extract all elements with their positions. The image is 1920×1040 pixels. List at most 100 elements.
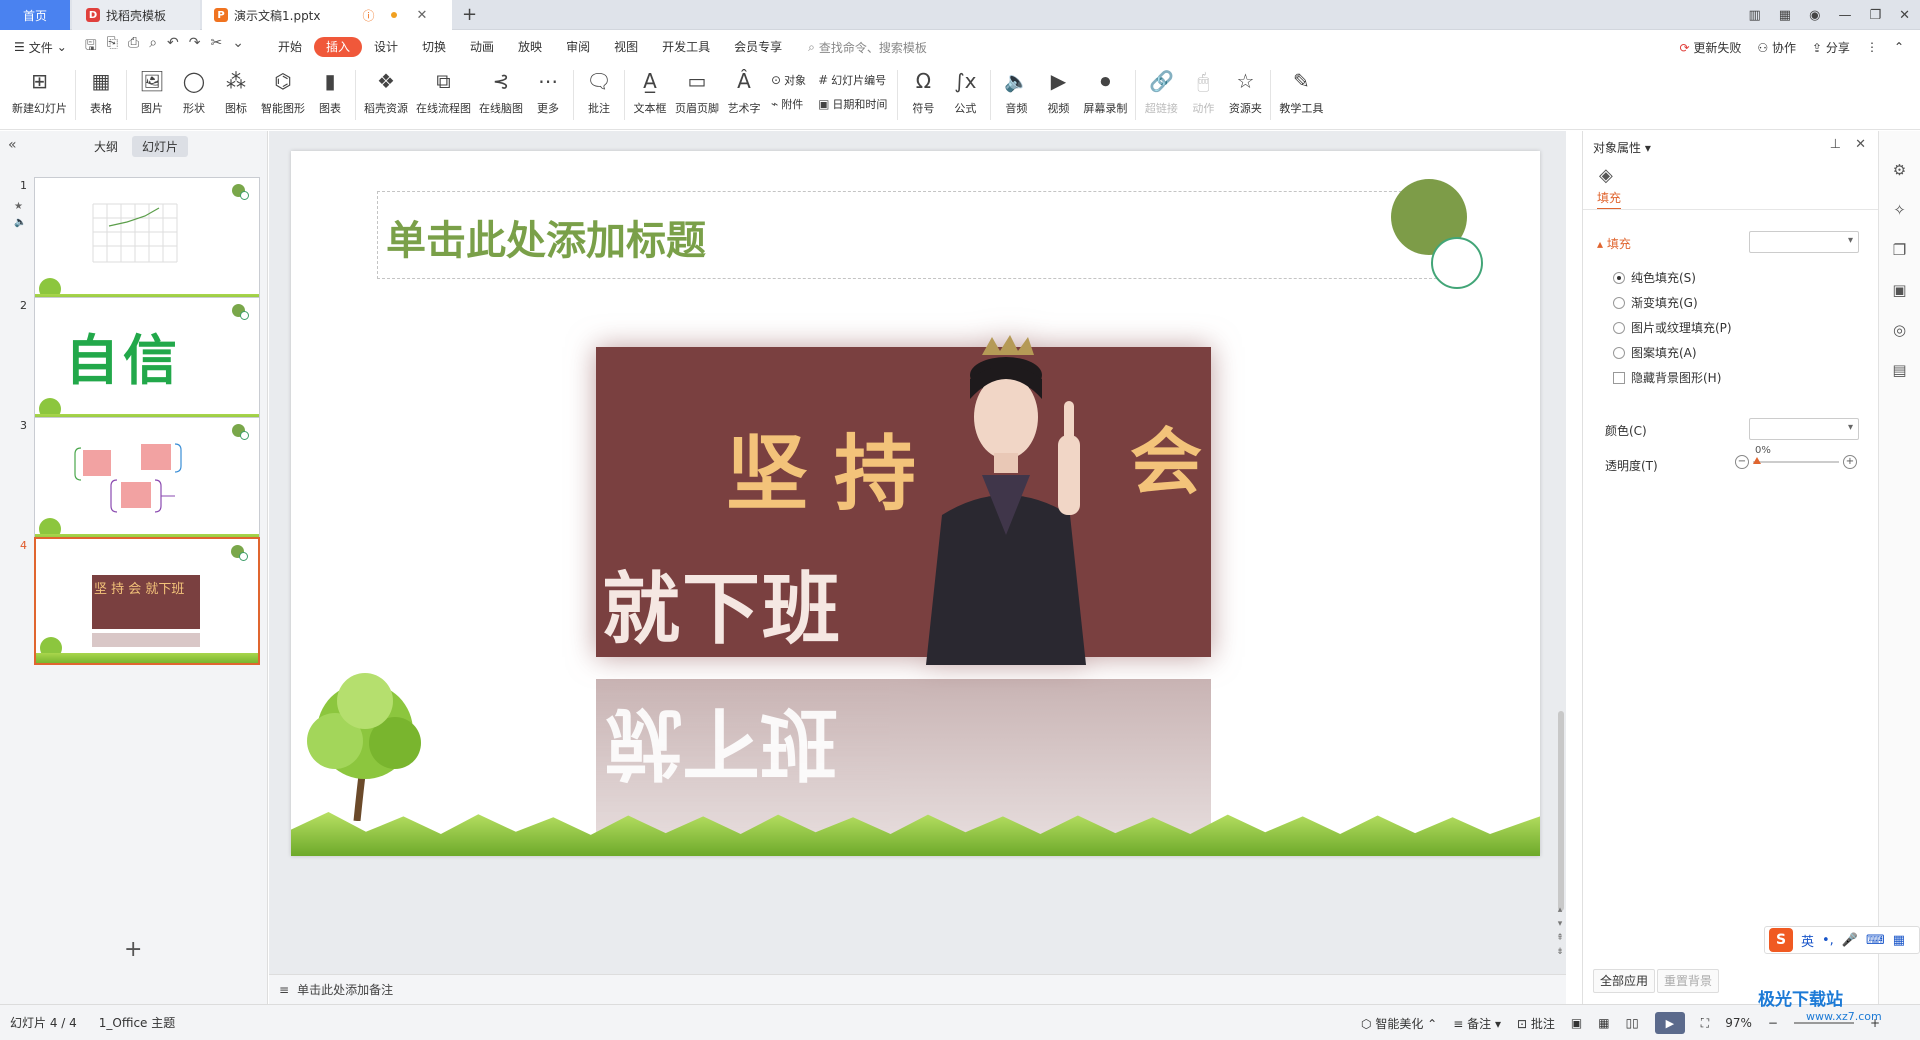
- symbol-button[interactable]: Ω 符号: [902, 64, 944, 116]
- update-status[interactable]: ⟳ 更新失败: [1680, 39, 1742, 56]
- radio-solid[interactable]: [1613, 271, 1625, 284]
- action-button[interactable]: 🖱 动作: [1182, 64, 1224, 116]
- properties-icon[interactable]: ⚙: [1893, 161, 1906, 179]
- warning-icon[interactable]: ⓘ: [363, 7, 375, 24]
- pin-icon[interactable]: ⊥: [1830, 137, 1841, 152]
- picture-texture-fill-option[interactable]: 图片或纹理填充(P): [1613, 319, 1732, 336]
- teaching-tools-button[interactable]: ✎ 教学工具: [1275, 64, 1327, 116]
- minimize-icon[interactable]: —: [1838, 8, 1851, 23]
- reset-background-button[interactable]: 重置背景: [1657, 969, 1720, 993]
- gradient-fill-option[interactable]: 渐变填充(G): [1613, 294, 1698, 311]
- punctuation-icon[interactable]: •,: [1822, 933, 1834, 948]
- solid-fill-option[interactable]: 纯色填充(S): [1613, 269, 1696, 286]
- apply-all-button[interactable]: 全部应用: [1593, 969, 1656, 993]
- slide-picture[interactable]: 坚持 会 就下班: [596, 335, 1211, 665]
- smart-beautify-button[interactable]: ⬡ 智能美化 ⌃: [1361, 1015, 1437, 1032]
- menu-tab-view[interactable]: 视图: [602, 37, 650, 57]
- print-preview-icon[interactable]: ⌕: [149, 35, 157, 59]
- vertical-scrollbar[interactable]: [1558, 711, 1564, 911]
- object-button[interactable]: ⊙ 对象: [771, 72, 806, 88]
- menu-tab-design[interactable]: 设计: [362, 37, 410, 57]
- comments-toggle-button[interactable]: ⊡ 批注: [1517, 1015, 1555, 1032]
- export-icon[interactable]: ⎘: [107, 35, 118, 59]
- close-window-icon[interactable]: ✕: [1899, 8, 1910, 23]
- screen-record-button[interactable]: ⏺ 屏幕录制: [1079, 64, 1131, 116]
- reading-view-icon[interactable]: ▯▯: [1626, 1016, 1639, 1030]
- fill-tab[interactable]: 填充: [1597, 189, 1622, 210]
- grid-icon[interactable]: ▦: [1779, 8, 1791, 23]
- collaborate-button[interactable]: ⚇ 协作: [1757, 39, 1796, 56]
- hide-bg-checkbox[interactable]: [1613, 371, 1625, 384]
- zoom-out-icon[interactable]: −: [1768, 1016, 1778, 1030]
- scroll-arrows[interactable]: ▴ ▾ ⇞ ⇟: [1554, 903, 1566, 959]
- image-tools-icon[interactable]: ▣: [1892, 281, 1906, 299]
- tab-document[interactable]: P 演示文稿1.pptx ⓘ ✕: [202, 0, 452, 30]
- resource-folder-button[interactable]: ☆ 资源夹: [1224, 64, 1266, 116]
- menu-tab-animation[interactable]: 动画: [458, 37, 506, 57]
- slide-title[interactable]: 单击此处添加标题: [386, 208, 706, 266]
- notes-toggle-button[interactable]: ≡ 备注 ▾: [1453, 1015, 1501, 1032]
- user-avatar-icon[interactable]: ◉: [1809, 8, 1820, 23]
- menu-tab-developer[interactable]: 开发工具: [650, 37, 722, 57]
- save-icon[interactable]: 🖫: [85, 35, 97, 59]
- audio-button[interactable]: 🔈 音频: [995, 64, 1037, 116]
- fill-bucket-icon[interactable]: ◈: [1599, 165, 1613, 186]
- decrease-icon[interactable]: −: [1735, 455, 1749, 469]
- more-button[interactable]: ⋯ 更多: [527, 64, 569, 116]
- more-menu-icon[interactable]: ⋮: [1866, 40, 1878, 54]
- slider-thumb[interactable]: [1753, 457, 1761, 464]
- book-icon[interactable]: ▤: [1892, 361, 1906, 379]
- decor-ring[interactable]: [1431, 237, 1483, 289]
- docer-resource-button[interactable]: ❖ 稻壳资源: [360, 64, 412, 116]
- radio-gradient[interactable]: [1613, 296, 1625, 309]
- date-time-button[interactable]: ▣ 日期和时间: [818, 96, 887, 112]
- command-search[interactable]: ⌕ 查找命令、搜索模板: [808, 39, 927, 56]
- chart-button[interactable]: ▮ 图表: [309, 64, 351, 116]
- pattern-fill-option[interactable]: 图案填充(A): [1613, 344, 1697, 361]
- restore-icon[interactable]: ❐: [1869, 8, 1881, 23]
- title-placeholder[interactable]: 单击此处添加标题: [377, 191, 1437, 279]
- icon-button[interactable]: ⁂ 图标: [215, 64, 257, 116]
- collapse-ribbon-icon[interactable]: ⌃: [1894, 40, 1904, 54]
- picture-button[interactable]: 🖼 图片: [131, 64, 173, 116]
- collapse-panel-icon[interactable]: «: [8, 137, 17, 153]
- slide-thumbnail-2[interactable]: 自信: [34, 297, 260, 425]
- microphone-icon[interactable]: 🎤: [1842, 933, 1858, 948]
- fill-section-toggle[interactable]: ▴ 填充: [1597, 235, 1631, 252]
- add-slide-icon[interactable]: +: [124, 937, 142, 962]
- slide-layout-icon[interactable]: ❐: [1893, 241, 1906, 259]
- slider-track[interactable]: [1753, 461, 1839, 463]
- layout-icon[interactable]: ▥: [1749, 8, 1761, 23]
- slide-number-button[interactable]: # 幻灯片编号: [818, 72, 887, 88]
- textbox-button[interactable]: A̲ 文本框: [629, 64, 671, 116]
- menu-tab-member[interactable]: 会员专享: [722, 37, 794, 57]
- keyboard-icon[interactable]: ⌨: [1866, 933, 1885, 948]
- menu-tab-home[interactable]: 开始: [266, 37, 314, 57]
- ime-menu-icon[interactable]: ▦: [1893, 933, 1905, 948]
- new-tab-icon[interactable]: +: [462, 4, 477, 25]
- color-select[interactable]: [1749, 418, 1859, 440]
- more-quick-icon[interactable]: ⌄: [232, 35, 244, 59]
- menu-tab-insert[interactable]: 插入: [313, 37, 362, 57]
- file-menu[interactable]: ☰ 文件 ⌄: [14, 39, 67, 56]
- menu-tab-transition[interactable]: 切换: [410, 37, 458, 57]
- new-slide-button[interactable]: ⊞ 新建幻灯片: [8, 64, 71, 116]
- menu-tab-review[interactable]: 审阅: [554, 37, 602, 57]
- undo-icon[interactable]: ↶: [167, 35, 179, 59]
- properties-header[interactable]: 对象属性 ▾: [1593, 139, 1651, 156]
- attachment-button[interactable]: ⌁ 附件: [771, 96, 806, 112]
- radio-pattern[interactable]: [1613, 346, 1625, 359]
- formula-button[interactable]: ∫x 公式: [944, 64, 986, 116]
- slide-canvas[interactable]: 单击此处添加标题 坚持 会 就下班 就下班: [291, 151, 1540, 856]
- redo-icon[interactable]: ↷: [189, 35, 201, 59]
- notes-bar[interactable]: ≡ 单击此处添加备注: [269, 974, 1566, 1004]
- tab-home[interactable]: 首页: [0, 0, 70, 30]
- play-slideshow-button[interactable]: ▶: [1654, 1012, 1685, 1034]
- smart-graphic-button[interactable]: ⌬ 智能图形: [257, 64, 309, 116]
- share-button[interactable]: ⇪ 分享: [1812, 39, 1850, 56]
- close-tab-icon[interactable]: ✕: [417, 8, 428, 23]
- sogou-logo-icon[interactable]: S: [1769, 928, 1793, 952]
- transparency-slider[interactable]: − 0% +: [1735, 445, 1857, 473]
- radio-picture[interactable]: [1613, 321, 1625, 334]
- wordart-button[interactable]: Â 艺术字: [723, 64, 765, 116]
